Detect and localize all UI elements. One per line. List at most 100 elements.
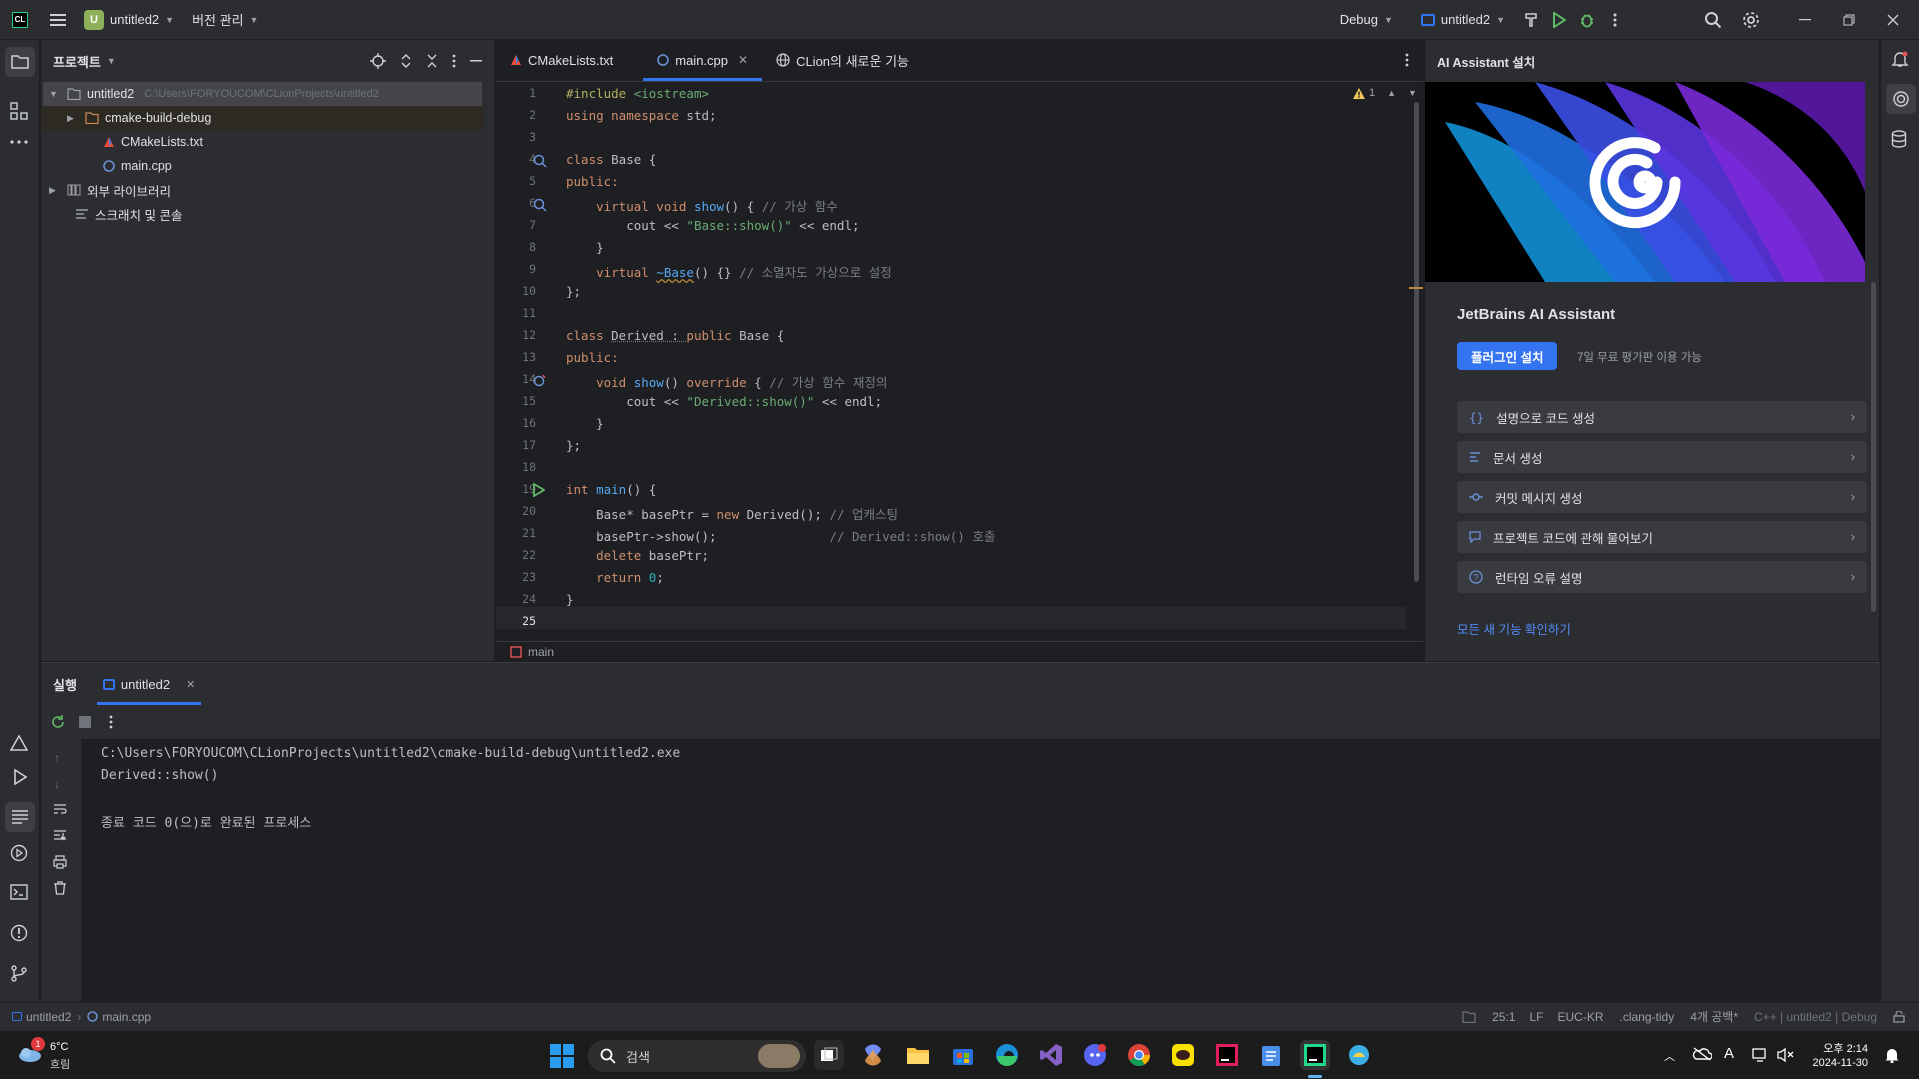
overrides-icon[interactable]	[533, 374, 547, 388]
inspection-widget[interactable]: 1 ▲ ▼	[1353, 87, 1417, 99]
stop-icon[interactable]	[79, 716, 91, 728]
folder-icon[interactable]	[1462, 1010, 1476, 1023]
feature-generate-code[interactable]: {} 설명으로 코드 생성 ›	[1457, 401, 1867, 433]
game-app-icon[interactable]	[1344, 1040, 1374, 1070]
notifications-bell-icon[interactable]	[1891, 50, 1909, 68]
project-switcher[interactable]: U untitled2 ▼	[84, 9, 174, 30]
resolve-context[interactable]: C++ | untitled2 | Debug	[1754, 1010, 1877, 1024]
tree-item-external-libraries[interactable]: ▶ 외부 라이브러리	[41, 178, 484, 202]
git-branch-icon[interactable]	[10, 964, 28, 982]
messages-icon[interactable]	[5, 802, 35, 832]
tree-item-project-root[interactable]: ▼ untitled2 C:\Users\FORYOUCOM\CLionProj…	[43, 82, 482, 106]
more-vertical-icon[interactable]	[452, 54, 456, 68]
taskbar-search-box[interactable]: 검색	[588, 1040, 806, 1072]
project-folder-icon[interactable]	[5, 47, 35, 77]
status-crumb-project[interactable]: untitled2	[12, 1010, 71, 1024]
run-tab[interactable]: untitled2 ✕	[96, 663, 202, 705]
clock-time[interactable]: 오후 2:14	[1808, 1040, 1868, 1056]
feature-commit-message[interactable]: 커밋 메시지 생성 ›	[1457, 481, 1867, 513]
breadcrumb-item[interactable]: main	[528, 645, 554, 659]
ai-assistant-icon[interactable]	[1886, 84, 1916, 114]
clion-icon[interactable]	[1300, 1040, 1330, 1070]
chevron-up-icon[interactable]: ▲	[1387, 88, 1396, 98]
soft-wrap-icon[interactable]	[53, 803, 67, 815]
project-panel-title[interactable]: 프로젝트	[53, 52, 101, 71]
clock-date[interactable]: 2024-11-30	[1800, 1057, 1868, 1069]
restore-icon[interactable]	[1827, 6, 1871, 34]
chevron-down-icon[interactable]: ▼	[49, 89, 63, 99]
build-hammer-icon[interactable]	[1517, 6, 1545, 34]
weather-widget[interactable]: 1 6°C 흐림	[16, 1037, 106, 1073]
edge-browser-icon[interactable]	[992, 1040, 1022, 1070]
print-icon[interactable]	[53, 855, 67, 869]
trash-icon[interactable]	[53, 881, 67, 895]
feature-generate-docs[interactable]: 문서 생성 ›	[1457, 441, 1867, 473]
network-icon[interactable]	[1752, 1047, 1770, 1063]
kakaotalk-icon[interactable]	[1168, 1040, 1198, 1070]
editor-scrollbar[interactable]	[1414, 102, 1419, 582]
cmake-triangle-icon[interactable]	[10, 734, 28, 752]
line-separator[interactable]: LF	[1529, 1010, 1543, 1024]
run-tool-icon[interactable]	[5, 762, 35, 792]
arrow-up-icon[interactable]: ↑	[54, 751, 60, 765]
vcs-menu[interactable]: 버전 관리 ▼	[192, 10, 258, 29]
tree-item-folder[interactable]: ▶ cmake-build-debug	[41, 106, 484, 130]
copilot-icon[interactable]	[858, 1040, 888, 1070]
lock-icon[interactable]	[1893, 1010, 1905, 1023]
volume-mute-icon[interactable]	[1776, 1047, 1794, 1063]
visual-studio-icon[interactable]	[1036, 1040, 1066, 1070]
feature-explain-runtime-error[interactable]: ? 런타임 오류 설명 ›	[1457, 561, 1867, 593]
ms-store-icon[interactable]	[948, 1040, 978, 1070]
settings-gear-icon[interactable]	[1737, 6, 1765, 34]
code-area[interactable]: 1 ▲ ▼ 1 2 3 4 5 6 7 8 9 10 11 12 13 14 1…	[496, 82, 1423, 641]
status-crumb-file[interactable]: main.cpp	[87, 1010, 151, 1024]
indent-setting[interactable]: 4개 공백*	[1690, 1008, 1738, 1025]
run-gutter-icon[interactable]	[533, 483, 545, 497]
database-icon[interactable]	[1891, 130, 1907, 148]
task-view-icon[interactable]	[814, 1040, 844, 1070]
terminal-icon[interactable]	[10, 884, 28, 900]
tabs-more-icon[interactable]	[1405, 39, 1423, 81]
more-vertical-icon[interactable]	[109, 715, 113, 729]
onedrive-icon[interactable]	[1692, 1047, 1712, 1061]
structure-icon[interactable]	[10, 102, 28, 120]
chevron-down-icon[interactable]: ▼	[107, 56, 116, 66]
tree-item-scratches[interactable]: 스크래치 및 콘솔	[41, 202, 484, 226]
chevron-right-icon[interactable]: ▶	[49, 185, 63, 196]
implemented-icon[interactable]	[533, 154, 547, 168]
problems-icon[interactable]	[10, 924, 28, 942]
notification-bell-icon[interactable]	[1884, 1047, 1900, 1063]
services-icon[interactable]	[10, 844, 28, 862]
tree-item-file[interactable]: CMakeLists.txt	[41, 130, 484, 154]
run-icon[interactable]	[1545, 6, 1573, 34]
more-vertical-icon[interactable]	[1601, 6, 1629, 34]
arrow-down-icon[interactable]: ↓	[54, 777, 60, 791]
expand-all-icon[interactable]	[400, 53, 412, 69]
chevron-right-icon[interactable]: ▶	[67, 113, 81, 124]
close-tab-icon[interactable]: ✕	[738, 53, 748, 67]
chevron-down-icon[interactable]: ▼	[1408, 88, 1417, 98]
rerun-icon[interactable]	[51, 715, 65, 729]
file-explorer-icon[interactable]	[903, 1040, 933, 1070]
start-windows-icon[interactable]	[550, 1044, 574, 1068]
all-features-link[interactable]: 모든 새 기능 확인하기	[1457, 619, 1571, 638]
overridden-icon[interactable]	[533, 198, 547, 212]
notepad-icon[interactable]	[1256, 1040, 1286, 1070]
feature-ask-project[interactable]: 프로젝트 코드에 관해 물어보기 ›	[1457, 521, 1867, 553]
more-horizontal-icon[interactable]	[10, 140, 28, 144]
hide-panel-icon[interactable]	[470, 60, 482, 62]
tab-whats-new[interactable]: CLion의 새로운 기능	[762, 39, 923, 81]
ime-icon[interactable]: A	[1724, 1045, 1734, 1062]
discord-icon[interactable]	[1080, 1040, 1110, 1070]
console-output[interactable]: C:\Users\FORYOUCOM\CLionProjects\untitle…	[91, 739, 1880, 1003]
file-encoding[interactable]: EUC-KR	[1557, 1010, 1603, 1024]
install-plugin-button[interactable]: 플러그인 설치	[1457, 342, 1558, 370]
chrome-icon[interactable]	[1124, 1040, 1154, 1070]
chevron-up-icon[interactable]: ︿	[1664, 1048, 1675, 1064]
tree-item-file[interactable]: main.cpp	[41, 154, 484, 178]
close-icon[interactable]	[1871, 6, 1915, 34]
ai-panel-scrollbar[interactable]	[1871, 282, 1876, 612]
build-config-selector[interactable]: Debug ▼	[1340, 12, 1393, 27]
search-icon[interactable]	[1699, 6, 1727, 34]
locate-icon[interactable]	[370, 53, 386, 69]
